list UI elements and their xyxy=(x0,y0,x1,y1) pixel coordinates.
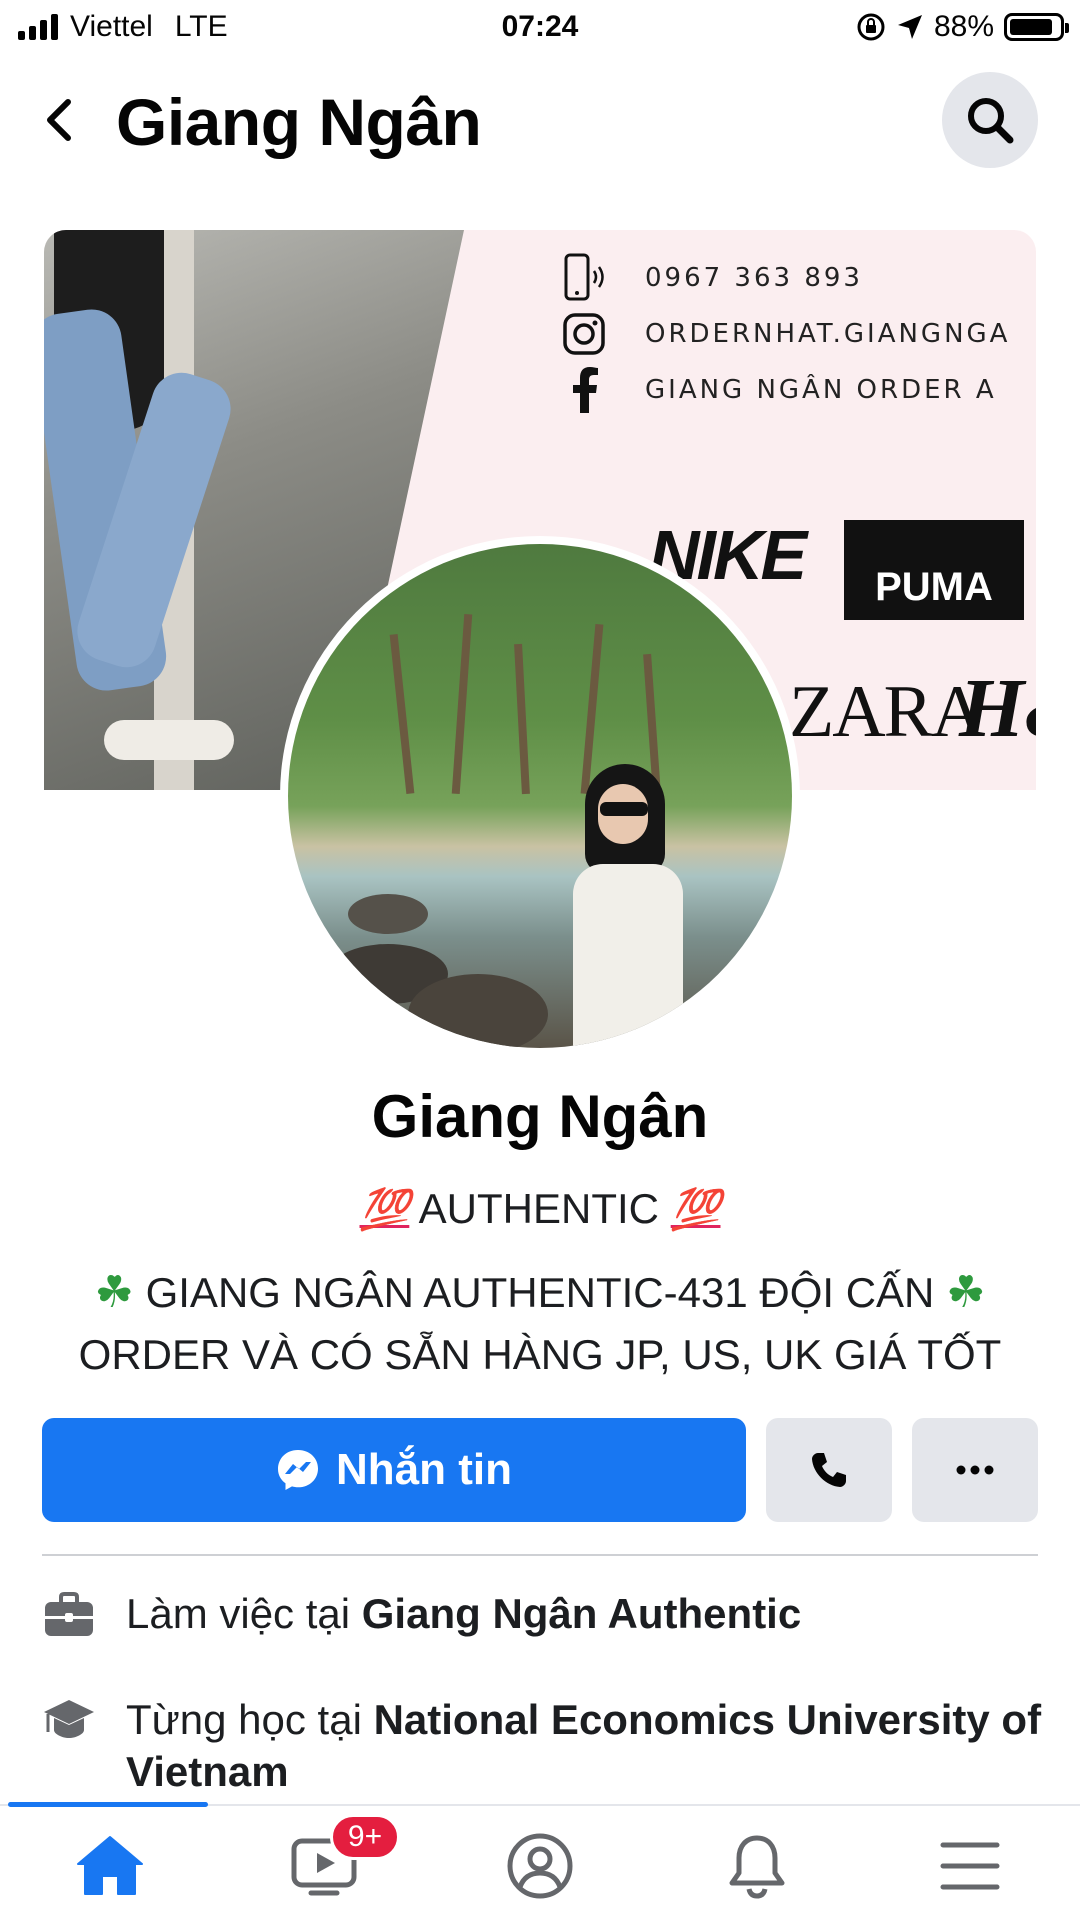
bio-authentic: AUTHENTIC xyxy=(418,1185,660,1232)
back-button[interactable] xyxy=(34,92,90,148)
cover-phone: 0967 363 893 xyxy=(645,263,863,293)
more-dots-icon xyxy=(956,1465,994,1475)
notifications-icon xyxy=(729,1835,785,1899)
nav-notifications[interactable] xyxy=(717,1826,797,1906)
menu-icon xyxy=(940,1842,1000,1890)
cover-facebook: GIANG NGÂN ORDER A xyxy=(645,375,997,405)
avatar-photo xyxy=(288,544,792,1048)
graduation-cap-icon xyxy=(44,1700,94,1738)
nav-home[interactable] xyxy=(70,1826,150,1906)
message-button-label: Nhắn tin xyxy=(336,1445,512,1494)
call-button[interactable] xyxy=(766,1418,892,1522)
page-header: Giang Ngân xyxy=(0,70,1080,170)
profile-name: Giang Ngân xyxy=(371,1083,709,1150)
section-divider xyxy=(42,1554,1038,1556)
work-place-link[interactable]: Giang Ngân Authentic xyxy=(362,1590,801,1637)
phone-icon xyxy=(564,253,604,301)
nav-profile[interactable] xyxy=(500,1826,580,1906)
home-icon xyxy=(77,1836,143,1895)
instagram-icon xyxy=(563,313,605,355)
clover-icon: ☘ xyxy=(946,1268,986,1317)
facebook-icon xyxy=(573,367,598,413)
cover-contact-list: 0967 363 893 ORDERNHAT.GIANGNGA GIANG NG… xyxy=(559,250,1010,418)
bio-line-1: 💯 AUTHENTIC 💯 xyxy=(0,1185,1080,1233)
message-button[interactable]: Nhắn tin xyxy=(42,1418,746,1522)
battery-percent: 88% xyxy=(933,10,994,43)
brand-logo-puma: PUMA xyxy=(844,520,1024,620)
bio-store-address: GIANG NGÂN AUTHENTIC-431 ĐỘI CẤN xyxy=(145,1269,935,1316)
search-button[interactable] xyxy=(942,72,1038,168)
bio-order-info: ORDER VÀ CÓ SẴN HÀNG JP, US, UK GIÁ TỐT xyxy=(78,1331,1002,1378)
hundred-points-icon: 💯 xyxy=(359,1188,410,1232)
phone-call-icon xyxy=(812,1453,846,1487)
messenger-icon xyxy=(278,1450,318,1490)
work-prefix: Làm việc tại xyxy=(126,1590,362,1637)
cover-instagram: ORDERNHAT.GIANGNGA xyxy=(645,319,1011,349)
location-arrow-icon xyxy=(897,15,922,39)
more-options-button[interactable] xyxy=(912,1418,1038,1522)
back-chevron-icon xyxy=(47,99,71,141)
profile-icon xyxy=(507,1833,573,1899)
status-bar: Viettel LTE 07:24 88% xyxy=(0,0,1080,56)
active-tab-indicator xyxy=(8,1802,208,1807)
page-title: Giang Ngân xyxy=(116,85,482,159)
search-icon xyxy=(968,98,1014,144)
briefcase-icon xyxy=(45,1592,93,1636)
watch-notification-badge: 9+ xyxy=(330,1814,400,1860)
clover-icon: ☘ xyxy=(94,1268,134,1317)
hundred-points-icon: 💯 xyxy=(670,1188,721,1232)
nav-menu[interactable] xyxy=(930,1826,1010,1906)
brand-logo-hm: H&M xyxy=(959,662,1036,755)
study-prefix: Từng học tại xyxy=(126,1696,374,1743)
bottom-navigation: 9+ xyxy=(0,1802,1080,1920)
brand-logo-zara: ZARA xyxy=(789,671,984,753)
profile-avatar[interactable] xyxy=(280,536,800,1056)
battery-icon xyxy=(1004,13,1069,41)
orientation-lock-icon xyxy=(857,13,885,41)
bio-line-2: ☘ GIANG NGÂN AUTHENTIC-431 ĐỘI CẤN ☘ ORD… xyxy=(0,1262,1080,1386)
